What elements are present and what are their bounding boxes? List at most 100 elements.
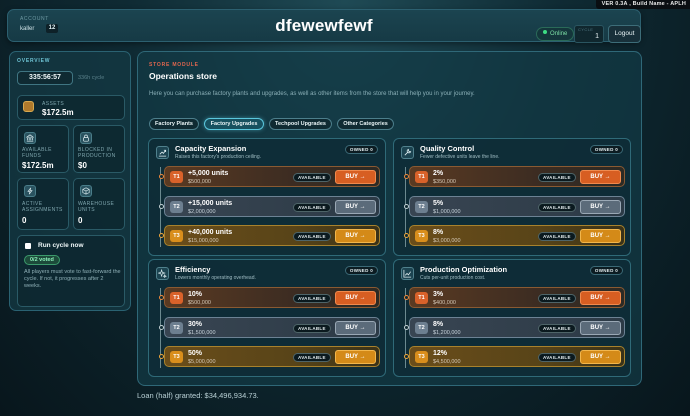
logout-button[interactable]: Logout — [608, 25, 641, 43]
store-title: Operations store — [149, 71, 218, 81]
online-status-badge: Online — [536, 27, 575, 41]
run-cycle-label: Run cycle now — [38, 242, 84, 249]
availability-badge: AVAILABLE — [538, 324, 576, 333]
box-icon — [80, 185, 92, 197]
panel-subtitle: Fewer defective units leave the line. — [420, 154, 500, 160]
availability-badge: AVAILABLE — [293, 232, 331, 241]
available-funds-card: AVAILABLE FUNDS $172.5m — [17, 125, 69, 173]
panel-title: Production Optimization — [420, 265, 508, 274]
tier-badge: T3 — [415, 230, 428, 242]
run-cycle-vote-card: Run cycle now 0/2 voted All players must… — [17, 235, 125, 307]
tier-node — [404, 233, 409, 238]
availability-badge: AVAILABLE — [538, 353, 576, 362]
trend-chart-icon — [401, 267, 414, 280]
tier-row: T1 +5,000 units $500,000 AVAILABLE BUY → — [159, 166, 380, 187]
tier-badge: T1 — [170, 292, 183, 304]
tier-price: $4,500,000 — [433, 359, 461, 365]
warehouse-value: 0 — [78, 216, 83, 225]
tier-effect: 50% — [188, 350, 203, 357]
availability-badge: AVAILABLE — [293, 324, 331, 333]
upgrade-panel-production-optimization: Production Optimization Cuts per-unit pr… — [393, 259, 631, 377]
tier-price: $1,500,000 — [188, 330, 216, 336]
tier-node — [159, 174, 164, 179]
assets-label: ASSETS — [42, 101, 65, 107]
available-funds-value: $172.5m — [22, 161, 54, 170]
tier-node — [404, 354, 409, 359]
tab-factory-plants[interactable]: Factory Plants — [149, 118, 199, 130]
tier-badge: T2 — [415, 322, 428, 334]
tier-row: T3 12% $4,500,000 AVAILABLE BUY → — [404, 346, 625, 367]
tier-effect: +5,000 units — [188, 170, 229, 177]
buy-button[interactable]: BUY → — [580, 321, 621, 335]
tier-row: T2 8% $1,200,000 AVAILABLE BUY → — [404, 317, 625, 338]
availability-badge: AVAILABLE — [293, 294, 331, 303]
tier-effect: 5% — [433, 200, 444, 207]
tier-row: T1 2% $350,000 AVAILABLE BUY → — [404, 166, 625, 187]
upgrade-panel-quality-control: Quality Control Fewer defective units le… — [393, 138, 631, 256]
warehouse-card: WAREHOUSE UNITS 0 — [73, 178, 125, 230]
tier-row: T2 +15,000 units $2,000,000 AVAILABLE BU… — [159, 196, 380, 217]
tier-row: T1 10% $500,000 AVAILABLE BUY → — [159, 287, 380, 308]
owned-badge: OWNED 0 — [589, 145, 623, 154]
wrench-icon — [401, 146, 414, 159]
blocked-value: $0 — [78, 161, 87, 170]
availability-badge: AVAILABLE — [293, 353, 331, 362]
tier-row: T3 50% $5,000,000 AVAILABLE BUY → — [159, 346, 380, 367]
tier-badge: T1 — [415, 171, 428, 183]
tab-techpool-upgrades[interactable]: Techpool Upgrades — [269, 118, 332, 130]
run-cycle-checkbox[interactable] — [25, 243, 31, 249]
tier-price: $15,000,000 — [188, 238, 219, 244]
tier-node — [404, 174, 409, 179]
tier-effect: +40,000 units — [188, 229, 233, 236]
availability-badge: AVAILABLE — [538, 203, 576, 212]
voted-badge: 0/2 voted — [24, 255, 60, 265]
buy-button[interactable]: BUY → — [335, 321, 376, 335]
buy-button[interactable]: BUY → — [580, 170, 621, 184]
tab-factory-upgrades[interactable]: Factory Upgrades — [204, 118, 264, 130]
cycle-label: CYCLE — [578, 27, 594, 32]
panel-subtitle: Raises this factory's production ceiling… — [175, 154, 261, 160]
buy-button[interactable]: BUY → — [580, 350, 621, 364]
tier-price: $350,000 — [433, 179, 456, 185]
buy-button[interactable]: BUY → — [580, 200, 621, 214]
buy-button[interactable]: BUY → — [335, 350, 376, 364]
blocked-card: BLOCKED IN PRODUCTION $0 — [73, 125, 125, 173]
tier-badge: T1 — [170, 171, 183, 183]
owned-badge: OWNED 0 — [344, 266, 378, 275]
buy-button[interactable]: BUY → — [580, 229, 621, 243]
tier-node — [404, 204, 409, 209]
status-dot-icon — [543, 30, 547, 35]
tier-row: T2 30% $1,500,000 AVAILABLE BUY → — [159, 317, 380, 338]
online-status-text: Online — [550, 31, 568, 37]
buy-button[interactable]: BUY → — [335, 291, 376, 305]
tier-row: T3 +40,000 units $15,000,000 AVAILABLE B… — [159, 225, 380, 246]
buy-button[interactable]: BUY → — [335, 170, 376, 184]
tier-effect: 30% — [188, 321, 203, 328]
active-assignments-label: ACTIVE ASSIGNMENTS — [22, 201, 63, 213]
overview-title: OVERVIEW — [17, 58, 51, 64]
availability-badge: AVAILABLE — [293, 173, 331, 182]
tier-badge: T2 — [170, 322, 183, 334]
tier-effect: 10% — [188, 291, 203, 298]
tier-effect: 8% — [433, 321, 444, 328]
tier-price: $500,000 — [188, 179, 211, 185]
tier-node — [159, 295, 164, 300]
chart-up-icon — [156, 146, 169, 159]
tier-price: $2,000,000 — [188, 209, 216, 215]
tab-other-categories[interactable]: Other Categories — [337, 118, 394, 130]
tier-node — [404, 295, 409, 300]
panel-subtitle: Cuts per-unit production cost. — [420, 275, 486, 281]
top-header: ACCOUNT kaller 12 dfewewfewf Online CYCL… — [7, 9, 641, 43]
buy-button[interactable]: BUY → — [335, 200, 376, 214]
tier-badge: T2 — [170, 201, 183, 213]
upgrade-panel-efficiency: Efficiency Lowers monthly operating over… — [148, 259, 386, 377]
tier-price: $1,000,000 — [433, 209, 461, 215]
coin-icon — [23, 101, 34, 112]
tier-effect: 12% — [433, 350, 448, 357]
vote-note: All players must vote to fast-forward th… — [24, 269, 121, 289]
tier-price: $5,000,000 — [188, 359, 216, 365]
store-module-tag: STORE MODULE — [149, 62, 199, 68]
version-banner: VER 0.3A , Build Name - APLH — [595, 0, 690, 9]
buy-button[interactable]: BUY → — [335, 229, 376, 243]
buy-button[interactable]: BUY → — [580, 291, 621, 305]
